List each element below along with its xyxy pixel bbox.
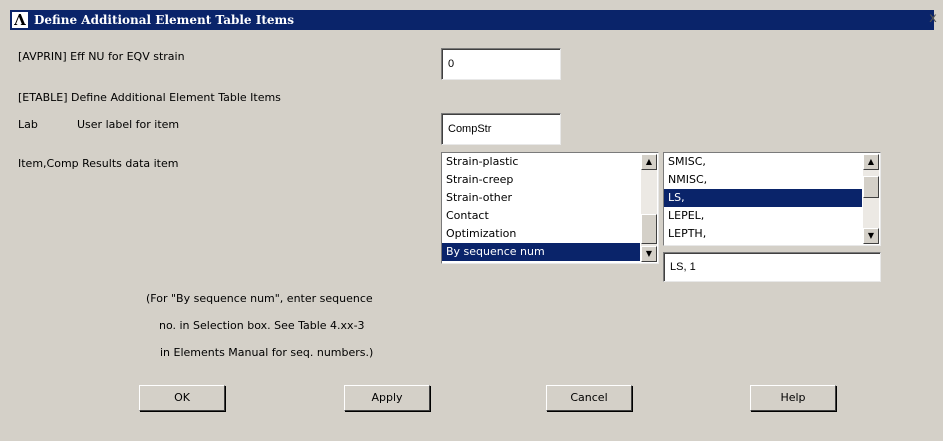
scroll-up-icon[interactable]: ▲ xyxy=(641,154,657,170)
item-list-option[interactable]: Strain-other xyxy=(442,189,640,207)
etable-heading: [ETABLE] Define Additional Element Table… xyxy=(18,91,281,104)
cancel-button[interactable]: Cancel xyxy=(546,385,632,411)
ok-button[interactable]: OK xyxy=(139,385,225,411)
ansys-logo-icon: Λ xyxy=(12,12,28,28)
item-list-option[interactable]: Strain-plastic xyxy=(442,153,640,171)
lab-key-label: Lab xyxy=(18,118,38,131)
window-title: Define Additional Element Table Items xyxy=(34,13,294,27)
item-list-option[interactable]: Optimization xyxy=(442,225,640,243)
avprin-label: [AVPRIN] Eff NU for EQV strain xyxy=(18,50,185,63)
scroll-thumb[interactable] xyxy=(863,176,879,198)
help-button[interactable]: Help xyxy=(750,385,836,411)
lab-label: User label for item xyxy=(77,118,180,131)
scroll-up-icon[interactable]: ▲ xyxy=(863,154,879,170)
note-line-2: no. in Selection box. See Table 4.xx-3 xyxy=(159,319,365,332)
comp-list-option[interactable]: LS, xyxy=(664,189,862,207)
lab-input[interactable] xyxy=(441,113,561,145)
scroll-down-icon[interactable]: ▼ xyxy=(641,246,657,262)
note-line-3: in Elements Manual for seq. numbers.) xyxy=(160,346,374,359)
comp-list-option[interactable]: NMISC, xyxy=(664,171,862,189)
note-line-1: (For "By sequence num", enter sequence xyxy=(146,292,373,305)
item-list[interactable]: Strain-plastic Strain-creep Strain-other Co… xyxy=(441,152,659,264)
selection-input[interactable] xyxy=(663,252,881,282)
comp-list[interactable]: SMISC, NMISC, LS, LEPEL, LEPTH, ▲ ▼ xyxy=(663,152,881,246)
comp-list-option[interactable]: SMISC, xyxy=(664,153,862,171)
item-list-option[interactable]: By sequence num xyxy=(442,243,640,261)
dialog: Λ Define Additional Element Table Items … xyxy=(0,0,943,441)
scroll-thumb[interactable] xyxy=(641,214,657,244)
scroll-down-icon[interactable]: ▼ xyxy=(863,228,879,244)
item-list-option[interactable]: Contact xyxy=(442,207,640,225)
apply-button[interactable]: Apply xyxy=(344,385,430,411)
comp-list-scrollbar[interactable]: ▲ ▼ xyxy=(863,154,879,244)
close-icon[interactable]: x xyxy=(926,12,940,26)
item-list-scrollbar[interactable]: ▲ ▼ xyxy=(641,154,657,262)
itemcomp-label: Item,Comp Results data item xyxy=(18,157,179,170)
avprin-input[interactable] xyxy=(441,48,561,80)
item-list-option[interactable]: Strain-creep xyxy=(442,171,640,189)
title-bar[interactable]: Λ Define Additional Element Table Items xyxy=(10,10,934,30)
comp-list-option[interactable]: LEPTH, xyxy=(664,225,862,243)
comp-list-option[interactable]: LEPEL, xyxy=(664,207,862,225)
